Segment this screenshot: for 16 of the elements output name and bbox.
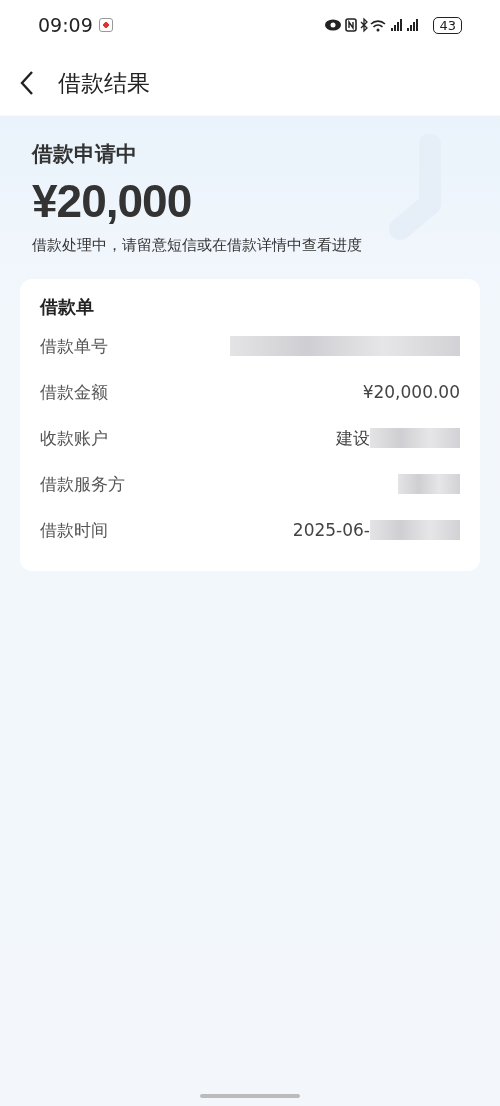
row-label: 借款单号 (40, 334, 108, 358)
row-value: 2025-06- (292, 520, 370, 540)
page-title: 借款结果 (58, 68, 150, 98)
loan-amount: ¥20,000 (32, 174, 193, 228)
status-note: 借款处理中，请留意短信或在借款详情中查看进度 (32, 236, 363, 255)
row-label: 收款账户 (40, 426, 108, 450)
row-label: 借款时间 (40, 518, 108, 542)
card-title: 借款单 (40, 295, 95, 319)
record-icon (98, 18, 113, 32)
row-label: 借款金额 (40, 380, 108, 404)
loan-status: 借款申请中 (32, 141, 138, 168)
row-label: 借款服务方 (40, 472, 125, 496)
status-time: 09:09 (38, 14, 93, 36)
battery-level: 43 (433, 16, 462, 34)
row-value: 建设 (336, 426, 370, 450)
row-value: ¥20,000.00 (362, 382, 460, 402)
